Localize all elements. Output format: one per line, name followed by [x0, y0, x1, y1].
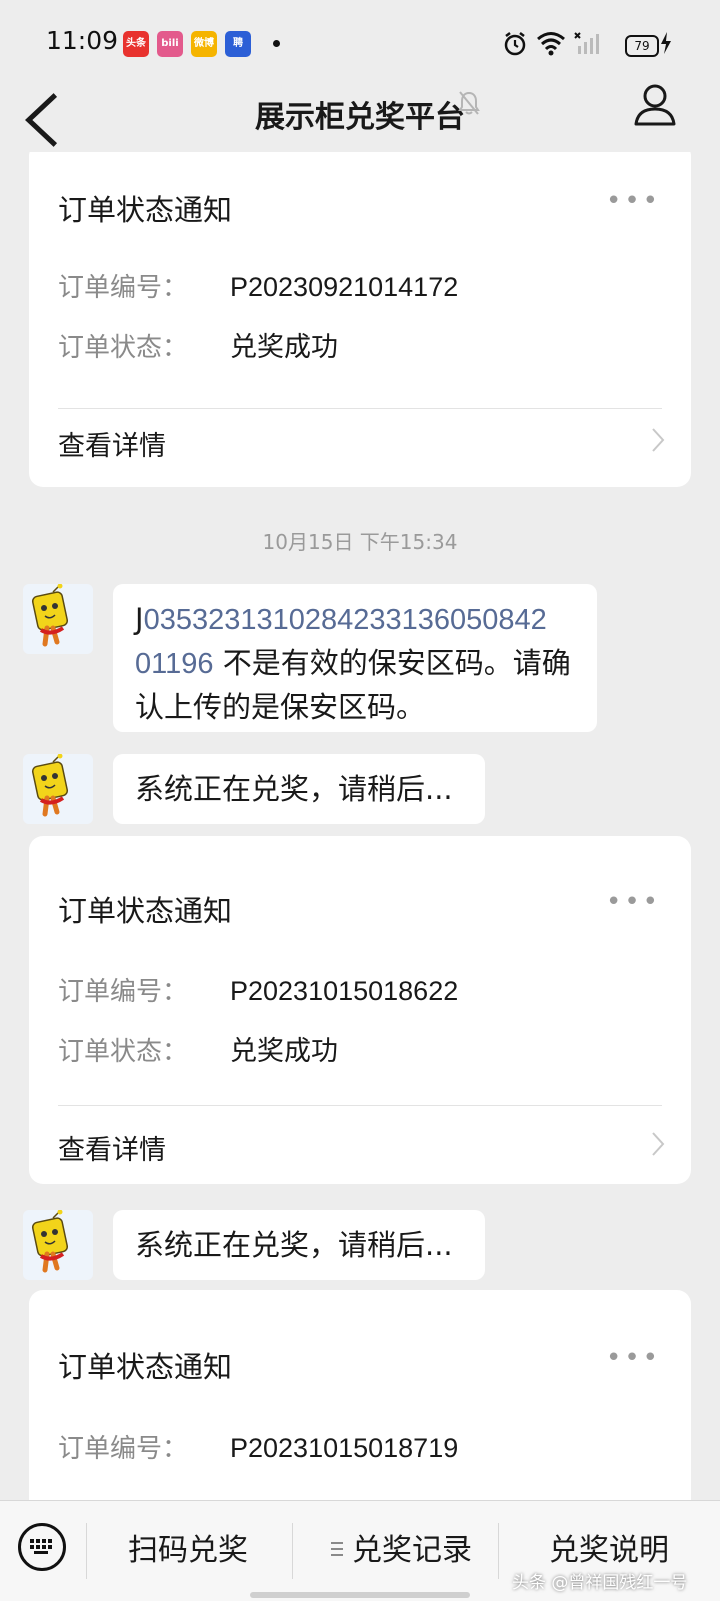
status-time: 11:09	[46, 26, 119, 55]
view-details-link[interactable]: 查看详情	[58, 1128, 166, 1167]
order-number-label: 订单编号：	[58, 273, 189, 303]
menu-divider	[498, 1523, 499, 1579]
order-number-row: 订单编号： P20231015018719	[58, 1428, 458, 1465]
order-status-value: 兑奖成功	[230, 332, 338, 362]
keyboard-toggle-icon[interactable]	[18, 1523, 66, 1571]
alarm-icon	[504, 32, 526, 56]
menu-divider	[292, 1523, 293, 1579]
watermark: 头条 @曾祥国残红一号	[512, 1573, 688, 1593]
bilibili-app-icon: bili	[157, 31, 183, 57]
card-divider	[58, 408, 662, 409]
order-status-card: 订单状态通知 ••• 订单编号： P20231015018719	[29, 1290, 691, 1500]
chevron-right-icon	[652, 428, 665, 452]
more-options-icon[interactable]: •••	[606, 887, 661, 917]
bot-avatar[interactable]	[23, 1210, 93, 1280]
order-status-card: 订单状态通知 ••• 订单编号： P20230921014172 订单状态： 兑奖成…	[29, 152, 691, 487]
card-title: 订单状态通知	[58, 1350, 233, 1384]
bot-message-bubble: 系统正在兑奖，请稍后...	[113, 754, 485, 824]
wifi-icon	[537, 32, 565, 56]
order-number-row: 订单编号： P20231015018622	[58, 971, 458, 1008]
order-number-row: 订单编号： P20230921014172	[58, 267, 458, 304]
order-number-value: P20231015018719	[230, 1433, 459, 1463]
recruit-app-icon: 聘	[225, 31, 251, 57]
order-number-value: P20230921014172	[230, 272, 459, 302]
message-prefix: J	[135, 602, 144, 636]
more-options-icon[interactable]: •••	[606, 1343, 661, 1373]
bot-avatar[interactable]	[23, 584, 93, 654]
toutiao-app-icon: 头条	[123, 31, 149, 57]
order-number-value: P20231015018622	[230, 976, 459, 1006]
order-number-label: 订单编号：	[58, 1434, 189, 1464]
submenu-list-icon	[331, 1542, 343, 1556]
charging-icon	[661, 32, 671, 54]
status-bar: 11:09 头条 bili 微博 聘 79	[0, 0, 720, 88]
bot-message-bubble: J0353231310284233136050842 01196 不是有效的保安…	[113, 584, 597, 732]
home-indicator	[250, 1592, 470, 1598]
weibo-app-icon: 微博	[191, 31, 217, 57]
view-details-link[interactable]: 查看详情	[58, 424, 166, 463]
card-title: 订单状态通知	[58, 894, 233, 928]
menu-redeem-instructions[interactable]: 兑奖说明	[500, 1525, 718, 1569]
robot-mascot-icon	[31, 584, 69, 647]
message-feed[interactable]: 订单状态通知 ••• 订单编号： P20230921014172 订单状态： 兑奖成…	[0, 152, 720, 1500]
order-status-label: 订单状态：	[58, 1037, 189, 1067]
menu-redeem-records[interactable]: 兑奖记录	[350, 1525, 474, 1569]
mute-bell-icon	[458, 91, 480, 115]
order-status-row: 订单状态： 兑奖成功	[58, 325, 338, 364]
card-title: 订单状态通知	[58, 193, 233, 227]
battery-icon: 79	[625, 35, 659, 57]
notification-dot-icon	[273, 40, 280, 47]
card-divider	[58, 1105, 662, 1106]
more-options-icon[interactable]: •••	[606, 186, 661, 216]
order-status-row: 订单状态： 兑奖成功	[58, 1029, 338, 1068]
order-status-card: 订单状态通知 ••• 订单编号： P20231015018622 订单状态： 兑奖成…	[29, 836, 691, 1184]
order-status-value: 兑奖成功	[230, 1036, 338, 1066]
bot-message-bubble: 系统正在兑奖，请稍后...	[113, 1210, 485, 1280]
order-number-label: 订单编号：	[58, 977, 189, 1007]
user-profile-icon[interactable]	[632, 82, 678, 128]
page-title: 展示柜兑奖平台	[255, 100, 465, 135]
signal-icon	[574, 32, 599, 54]
robot-mascot-icon	[31, 1210, 69, 1273]
order-status-label: 订单状态：	[58, 333, 189, 363]
message-timestamp: 10月15日 下午15:34	[262, 530, 458, 554]
bot-avatar[interactable]	[23, 754, 93, 824]
menu-scan-redeem[interactable]: 扫码兑奖	[86, 1525, 290, 1569]
chevron-right-icon	[652, 1132, 665, 1156]
robot-mascot-icon	[31, 754, 69, 817]
